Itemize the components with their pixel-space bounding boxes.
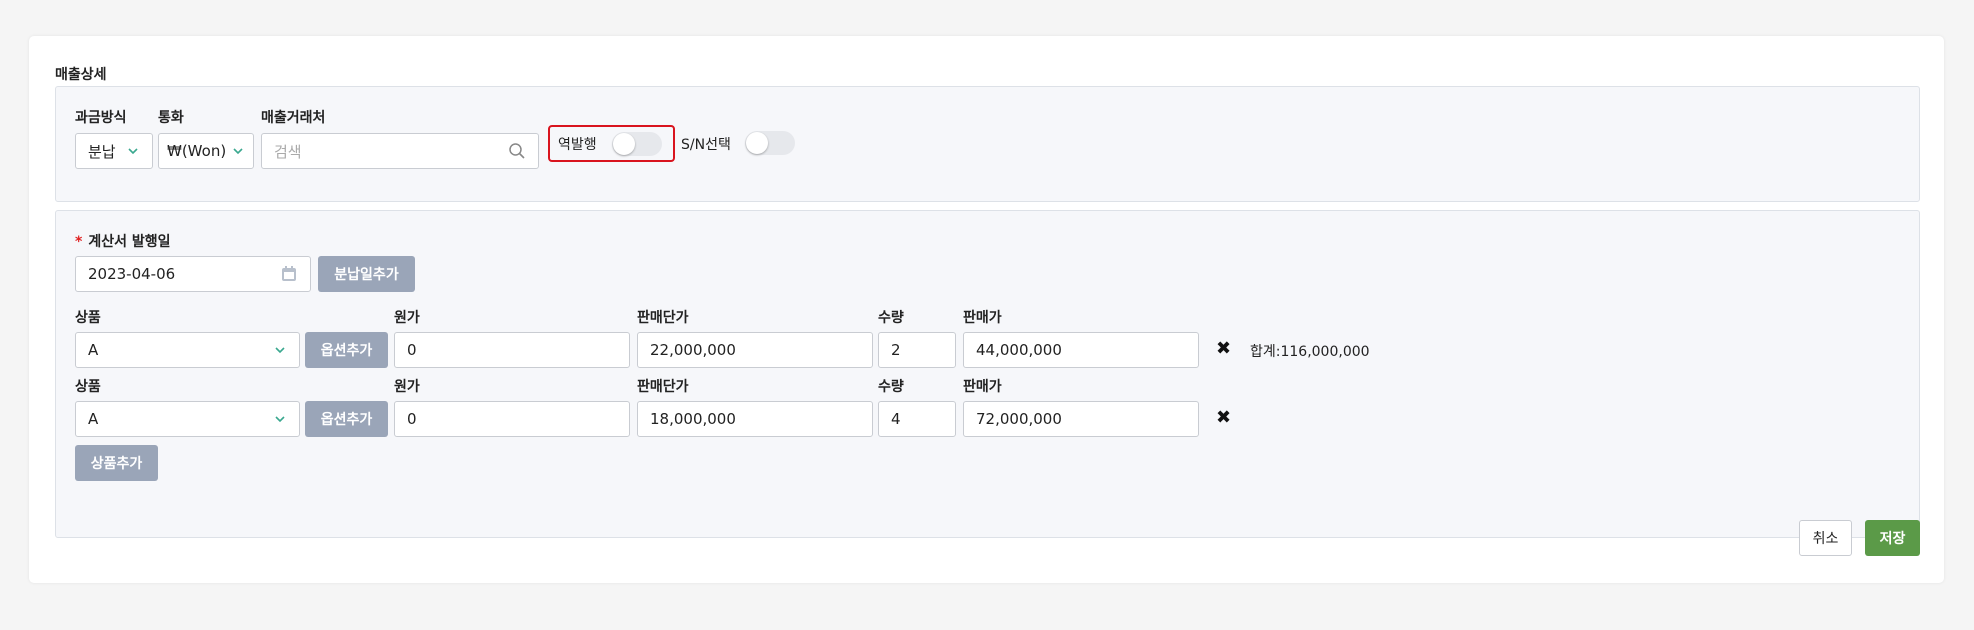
add-option-button[interactable]: 옵션추가 bbox=[305, 401, 388, 437]
product-header: 상품 bbox=[75, 310, 101, 326]
client-label: 매출거래처 bbox=[261, 110, 326, 126]
invoice-date-label: * 계산서 발행일 bbox=[75, 234, 171, 250]
currency-select[interactable]: ₩(Won) bbox=[158, 133, 254, 169]
calendar-icon[interactable] bbox=[280, 265, 298, 283]
unit-price-header: 판매단가 bbox=[637, 310, 689, 326]
billing-method-label: 과금방식 bbox=[75, 110, 127, 126]
quantity-header: 수량 bbox=[878, 310, 904, 326]
currency-label: 통화 bbox=[158, 110, 184, 126]
add-installment-date-button[interactable]: 분납일추가 bbox=[318, 256, 415, 292]
product-header: 상품 bbox=[75, 379, 101, 395]
cost-header: 원가 bbox=[394, 379, 420, 395]
billing-method-select[interactable]: 분납 bbox=[75, 133, 153, 169]
invoice-date-input[interactable]: 2023-04-06 bbox=[75, 256, 311, 292]
remove-row-icon[interactable]: ✖ bbox=[1216, 338, 1231, 359]
quantity-header: 수량 bbox=[878, 379, 904, 395]
sale-price-header: 판매가 bbox=[963, 310, 1002, 326]
chevron-down-icon bbox=[275, 347, 285, 354]
sale-price-header: 판매가 bbox=[963, 379, 1002, 395]
sale-price-input[interactable]: 72,000,000 bbox=[963, 401, 1199, 437]
cost-input[interactable]: 0 bbox=[394, 401, 630, 437]
unit-price-input[interactable]: 18,000,000 bbox=[637, 401, 873, 437]
add-option-button[interactable]: 옵션추가 bbox=[305, 332, 388, 368]
cancel-button[interactable]: 취소 bbox=[1799, 520, 1852, 556]
sales-detail-card: 매출상세 과금방식 통화 매출거래처 분납 ₩(Won) 검색 역발행 S/N선… bbox=[29, 36, 1944, 583]
sn-select-label: S/N선택 bbox=[681, 137, 731, 153]
billing-panel: 과금방식 통화 매출거래처 분납 ₩(Won) 검색 역발행 S/N선택 bbox=[55, 86, 1920, 202]
product-select[interactable]: A bbox=[75, 401, 300, 437]
product-select[interactable]: A bbox=[75, 332, 300, 368]
product-panel: * 계산서 발행일 2023-04-06 분납일추가 상품 원가 판매단가 수량 … bbox=[55, 210, 1920, 538]
save-button[interactable]: 저장 bbox=[1865, 520, 1920, 556]
add-product-button[interactable]: 상품추가 bbox=[75, 445, 158, 481]
unit-price-input[interactable]: 22,000,000 bbox=[637, 332, 873, 368]
remove-row-icon[interactable]: ✖ bbox=[1216, 407, 1231, 428]
quantity-input[interactable]: 4 bbox=[878, 401, 956, 437]
chevron-down-icon bbox=[233, 148, 243, 155]
section-title: 매출상세 bbox=[55, 67, 107, 83]
client-search-input[interactable]: 검색 bbox=[261, 133, 539, 169]
unit-price-header: 판매단가 bbox=[637, 379, 689, 395]
sale-price-input[interactable]: 44,000,000 bbox=[963, 332, 1199, 368]
chevron-down-icon bbox=[128, 148, 138, 155]
cost-header: 원가 bbox=[394, 310, 420, 326]
cost-input[interactable]: 0 bbox=[394, 332, 630, 368]
sn-select-toggle[interactable] bbox=[745, 131, 795, 155]
quantity-input[interactable]: 2 bbox=[878, 332, 956, 368]
reverse-issue-label: 역발행 bbox=[558, 137, 597, 153]
search-icon[interactable] bbox=[508, 142, 526, 160]
chevron-down-icon bbox=[275, 416, 285, 423]
total-text: 합계:116,000,000 bbox=[1250, 344, 1370, 360]
reverse-issue-toggle[interactable] bbox=[612, 132, 662, 156]
reverse-issue-highlight: 역발행 bbox=[548, 125, 675, 162]
